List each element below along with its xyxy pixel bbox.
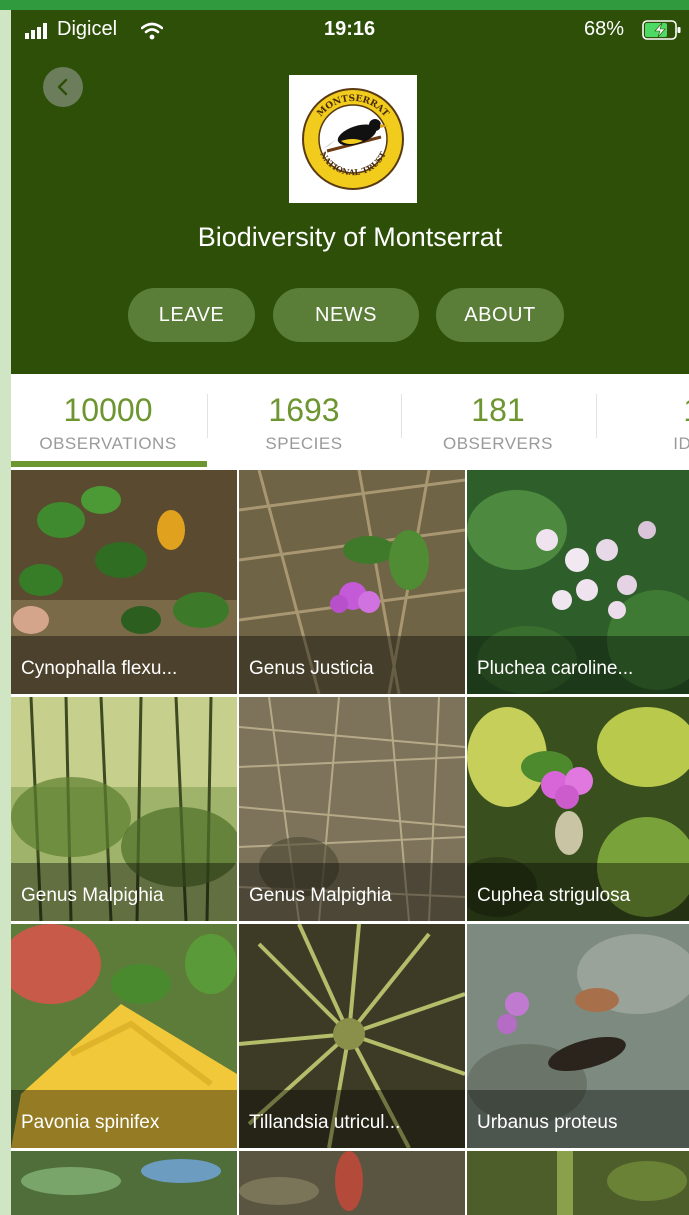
tab-species[interactable]: 1693 SPECIES: [207, 374, 401, 470]
species-label: SPECIES: [265, 434, 343, 453]
observation-tile[interactable]: Urbanus proteus: [467, 924, 689, 1148]
species-count: 1693: [268, 392, 340, 428]
signal-icon: [25, 23, 47, 39]
project-title: Biodiversity of Montserrat: [197, 222, 503, 252]
identifiers-label: IDENT: [673, 434, 689, 453]
observation-tile[interactable]: Pavonia spinifex: [11, 924, 237, 1148]
observation-tile[interactable]: Cuphea strigulosa: [467, 697, 689, 921]
montserrat-trust-logo: MONTSERRAT NATIONAL TRUST: [302, 88, 404, 190]
tab-observations[interactable]: 10000 OBSERVATIONS: [11, 374, 205, 470]
observation-tile[interactable]: Tillandsia utricul...: [239, 924, 465, 1148]
news-button[interactable]: NEWS: [273, 288, 419, 342]
active-tab-indicator: [11, 461, 207, 467]
observation-tile[interactable]: Cynophalla flexu...: [11, 470, 237, 694]
observation-name: Cynophalla flexu...: [21, 658, 178, 679]
observation-tile-partial[interactable]: [467, 1151, 689, 1215]
about-button[interactable]: ABOUT: [436, 288, 564, 342]
observation-photo: [239, 1151, 465, 1215]
observation-tile-partial[interactable]: [239, 1151, 465, 1215]
project-logo: MONTSERRAT NATIONAL TRUST: [289, 75, 417, 203]
carrier-name: Digicel: [57, 18, 118, 40]
observation-name: Genus Malpighia: [21, 885, 164, 906]
observation-name: Tillandsia utricul...: [249, 1112, 401, 1133]
observation-name: Urbanus proteus: [477, 1112, 618, 1133]
observation-name: Genus Malpighia: [249, 885, 392, 906]
project-header: Digicel 19:16 68% MONTSERRAT NATIONAL TR…: [11, 10, 689, 374]
observation-tile[interactable]: Genus Justicia: [239, 470, 465, 694]
observers-label: OBSERVERS: [442, 434, 553, 453]
observation-tile[interactable]: Genus Malpighia: [239, 697, 465, 921]
screen-frame: Digicel 19:16 68% MONTSERRAT NATIONAL TR…: [0, 0, 689, 1215]
observations-grid: Cynophalla flexu... Genus Justicia Pluch…: [11, 470, 689, 1215]
tab-identifiers[interactable]: 11 IDENT: [603, 374, 689, 470]
observations-label: OBSERVATIONS: [39, 434, 177, 453]
back-button[interactable]: [43, 67, 83, 107]
observations-count: 10000: [63, 392, 153, 428]
status-time: 19:16: [324, 18, 376, 40]
tab-observers[interactable]: 181 OBSERVERS: [401, 374, 595, 470]
identifiers-count: 11: [603, 392, 689, 429]
observation-tile-partial[interactable]: [11, 1151, 237, 1215]
observation-name: Pavonia spinifex: [21, 1112, 160, 1133]
observation-name: Pluchea caroline...: [477, 658, 634, 679]
tab-divider: [596, 394, 597, 438]
top-edge-strip: [0, 0, 689, 10]
observation-tile[interactable]: Genus Malpighia: [11, 697, 237, 921]
wifi-icon: [141, 22, 163, 40]
observation-name: Cuphea strigulosa: [477, 885, 631, 906]
phone-screen: Digicel 19:16 68% MONTSERRAT NATIONAL TR…: [11, 10, 689, 1215]
observation-tile[interactable]: Pluchea caroline...: [467, 470, 689, 694]
observation-photo: [467, 1151, 689, 1215]
observation-name: Genus Justicia: [249, 658, 374, 679]
chevron-left-icon: [57, 78, 68, 96]
battery-percentage: 68%: [584, 18, 625, 40]
battery-charging-icon: [642, 20, 681, 40]
status-bar: Digicel 19:16 68%: [11, 10, 689, 50]
stats-tabs: 10000 OBSERVATIONS 1693 SPECIES 181 OBSE…: [11, 374, 689, 470]
observation-photo: [11, 1151, 237, 1215]
leave-button[interactable]: LEAVE: [128, 288, 255, 342]
observers-count: 181: [471, 392, 525, 428]
